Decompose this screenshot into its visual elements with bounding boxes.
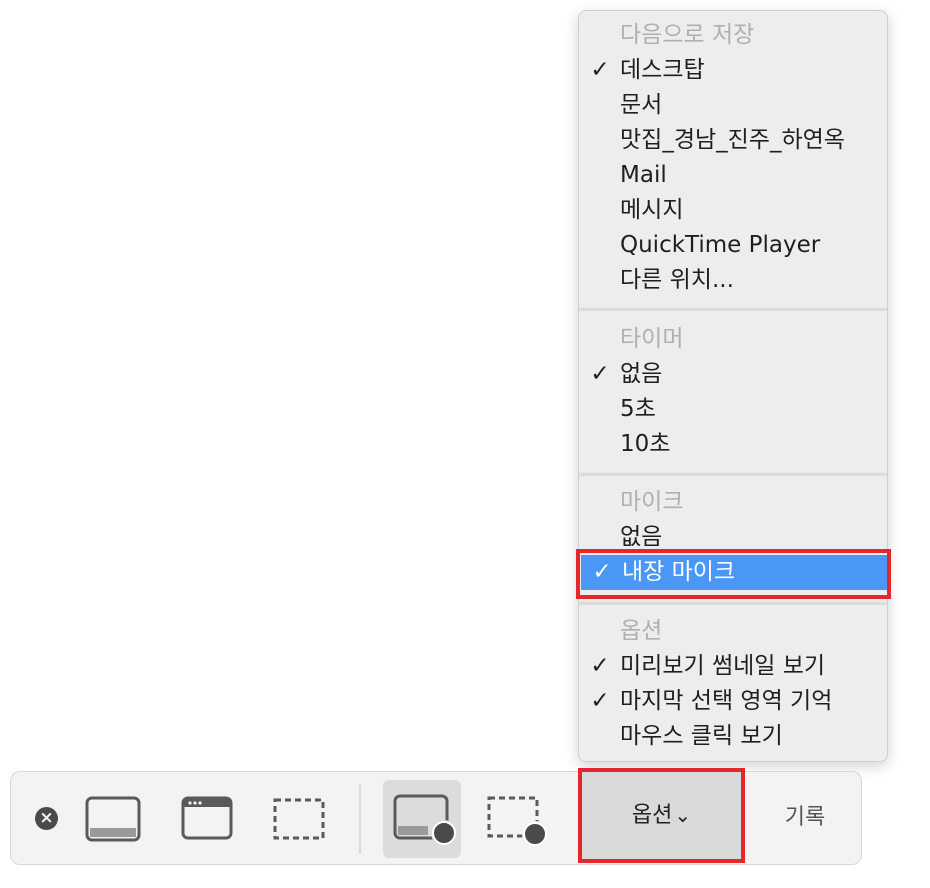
menu-item-label: 없음 (620, 524, 663, 550)
save-to-header: 다음으로 저장 (620, 22, 755, 48)
capture-selection-button[interactable] (273, 798, 325, 840)
menu-item-label: QuickTime Player (620, 232, 821, 258)
checkmark-icon: ✓ (590, 57, 610, 83)
menu-item-remember-selection[interactable]: ✓ 마지막 선택 영역 기억 (579, 684, 887, 719)
menu-item-label: 맛집_경남_진주_하연옥 (620, 127, 845, 153)
menu-item-show-thumbnail[interactable]: ✓ 미리보기 썸네일 보기 (579, 649, 887, 684)
checkmark-icon: ✓ (590, 361, 610, 387)
menu-item-timer-none[interactable]: ✓ 없음 (579, 357, 887, 392)
menu-item-mail[interactable]: Mail (579, 158, 887, 193)
toolbar-divider (359, 784, 361, 854)
close-icon: × (39, 808, 54, 828)
microphone-header: 마이크 (620, 489, 684, 515)
menu-item-label: 데스크탑 (620, 57, 705, 83)
capture-entire-screen-button[interactable] (85, 796, 141, 842)
options-menu: 다음으로 저장 ✓ 데스크탑 문서 맛집_경남_진주_하연옥 Mail 메시지 … (578, 10, 888, 762)
menu-item-show-mouse-clicks[interactable]: 마우스 클릭 보기 (579, 719, 887, 754)
capture-window-button[interactable] (181, 796, 233, 840)
menu-item-label: 미리보기 썸네일 보기 (620, 653, 826, 679)
menu-item-label: 문서 (620, 92, 663, 118)
record-label: 기록 (784, 805, 826, 830)
menu-separator (579, 307, 887, 311)
menu-item-folder[interactable]: 맛집_경남_진주_하연옥 (579, 123, 887, 158)
menu-item-label: 없음 (620, 361, 663, 387)
checkmark-icon: ✓ (590, 688, 610, 714)
menu-item-timer-10s[interactable]: 10초 (579, 427, 887, 462)
menu-item-label: 메시지 (620, 197, 684, 223)
record-selection-button[interactable] (487, 796, 553, 850)
options-label: 옵션 (631, 803, 673, 828)
menu-item-label: 마우스 클릭 보기 (620, 723, 783, 749)
record-entire-screen-button[interactable] (393, 794, 459, 848)
menu-separator (579, 472, 887, 476)
menu-item-documents[interactable]: 문서 (579, 88, 887, 123)
timer-header: 타이머 (620, 326, 684, 352)
menu-item-other-location[interactable]: 다른 위치... (579, 263, 887, 298)
menu-item-timer-5s[interactable]: 5초 (579, 392, 887, 427)
options-header: 옵션 (620, 618, 663, 644)
record-button[interactable]: 기록 (760, 771, 850, 865)
menu-separator (579, 601, 887, 605)
options-button[interactable]: 옵션 ⌄ (578, 768, 745, 863)
menu-item-messages[interactable]: 메시지 (579, 193, 887, 228)
menu-item-label: 10초 (620, 431, 671, 457)
chevron-down-icon: ⌄ (674, 803, 692, 827)
close-button[interactable]: × (35, 807, 58, 830)
menu-item-label: 마지막 선택 영역 기억 (620, 688, 833, 714)
checkmark-icon: ✓ (590, 653, 610, 679)
menu-item-desktop[interactable]: ✓ 데스크탑 (579, 53, 887, 88)
menu-item-label: 다른 위치... (620, 267, 734, 293)
menu-item-label: 5초 (620, 396, 656, 422)
menu-item-label: Mail (620, 162, 667, 188)
menu-item-quicktime[interactable]: QuickTime Player (579, 228, 887, 263)
highlight-annotation (576, 549, 891, 599)
